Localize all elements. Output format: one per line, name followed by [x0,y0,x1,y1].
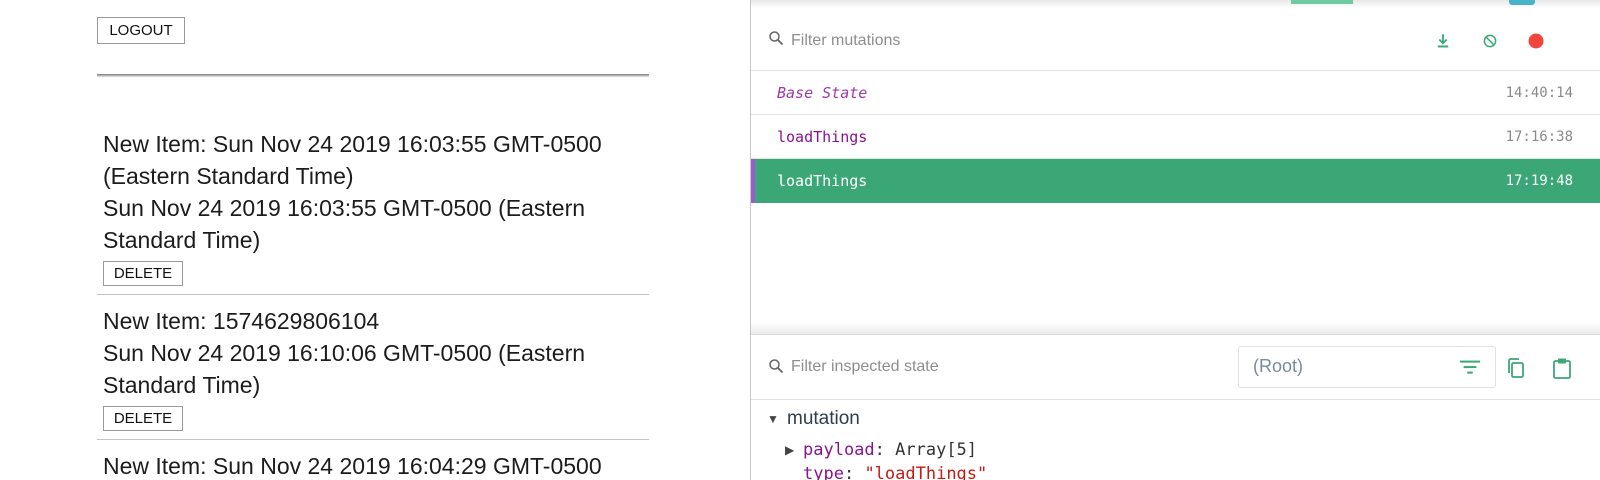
mutation-row[interactable]: loadThings 17:16:38 [751,115,1600,159]
state-tree: ▼ mutation ▶ payload: Array[5] type: "lo… [751,408,1600,480]
state-filter-bar: (Root) [751,334,1600,400]
filter-mutations-input[interactable] [791,28,1241,54]
vue-devtools-panel: Base State 14:40:14 loadThings 17:16:38 … [750,0,1600,480]
mutation-row-base-state[interactable]: Base State 14:40:14 [751,71,1600,115]
filter-list-icon[interactable] [1459,357,1481,382]
section-label: mutation [787,408,860,429]
mutation-row-selected[interactable]: loadThings 17:19:48 [751,159,1600,203]
mutation-name: loadThings [777,172,868,190]
mutation-list: Base State 14:40:14 loadThings 17:16:38 … [751,71,1600,203]
mutations-filter-bar [751,12,1600,71]
new-badge [1509,0,1535,5]
delete-button[interactable]: DELETE [103,261,183,286]
root-select-value: (Root) [1253,356,1304,376]
item-title: New Item: Sun Nov 24 2019 16:03:55 GMT-0… [103,131,602,189]
item-date: Sun Nov 24 2019 16:10:06 GMT-0500 (Easte… [103,340,586,398]
clipboard-icon[interactable] [1549,355,1575,381]
mutation-time: 17:19:48 [1505,173,1573,189]
item-list: New Item: Sun Nov 24 2019 16:03:55 GMT-0… [97,122,649,480]
list-item: New Item: Sun Nov 24 2019 16:04:29 GMT-0… [97,440,649,480]
download-icon[interactable] [1430,28,1456,54]
mutation-time: 17:16:38 [1505,129,1573,145]
tree-value: "loadThings" [864,464,988,480]
list-item: New Item: Sun Nov 24 2019 16:03:55 GMT-0… [97,122,649,295]
tree-key: payload [803,440,875,460]
active-tab-indicator [1291,0,1353,4]
list-item: New Item: 1574629806104 Sun Nov 24 2019 … [97,295,649,440]
tree-key: type [803,464,844,480]
tree-row-type: type: "loadThings" [751,464,1600,480]
search-icon [767,357,785,380]
item-date: Sun Nov 24 2019 16:03:55 GMT-0500 (Easte… [103,195,586,253]
divider [97,74,649,77]
record-icon[interactable] [1523,28,1549,54]
caret-down-icon[interactable]: ▼ [767,412,779,426]
mutation-name: loadThings [777,128,868,146]
root-select[interactable]: (Root) [1238,346,1496,388]
copy-icon[interactable] [1503,355,1529,381]
caret-right-icon[interactable]: ▶ [785,443,794,457]
filter-state-input[interactable] [791,354,1211,380]
logout-button[interactable]: LOGOUT [97,17,185,44]
mutation-time: 14:40:14 [1505,85,1573,101]
app-panel: LOGOUT New Item: Sun Nov 24 2019 16:03:5… [0,0,750,480]
tree-value: Array[5] [895,440,978,460]
search-icon [767,29,785,52]
block-icon[interactable] [1477,28,1503,54]
mutation-name: Base State [777,84,868,102]
item-title: New Item: 1574629806104 [103,308,380,334]
item-title: New Item: Sun Nov 24 2019 16:04:29 GMT-0… [103,453,602,479]
tree-section-mutation[interactable]: ▼ mutation [751,408,1600,438]
tree-row-payload[interactable]: ▶ payload: Array[5] [751,438,1600,466]
delete-button[interactable]: DELETE [103,406,183,431]
